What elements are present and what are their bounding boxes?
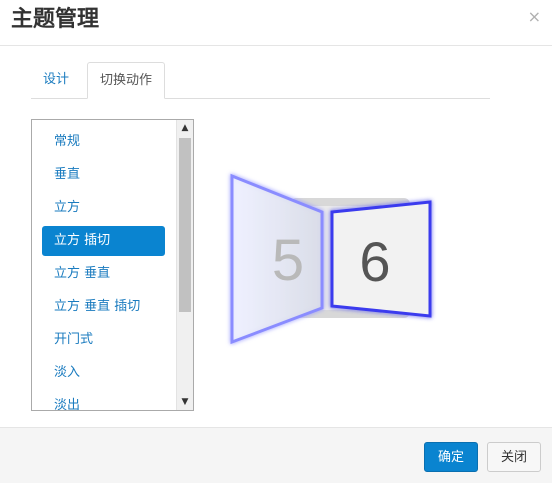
preview-graphic: 5 6 [230, 173, 432, 345]
list-item[interactable]: 立方 垂直 插切 [42, 292, 165, 322]
list-item[interactable]: 立方 [42, 193, 165, 223]
slide-6-number: 6 [359, 230, 390, 293]
dialog-header: 主题管理 × [0, 0, 552, 46]
slide-5-number: 5 [272, 228, 304, 293]
confirm-button[interactable]: 确定 [424, 442, 478, 472]
list-item-selected[interactable]: 立方 插切 [42, 226, 165, 256]
scroll-up-icon[interactable]: ▲ [177, 120, 193, 136]
transition-preview: 5 6 [222, 168, 442, 348]
close-icon[interactable]: × [528, 8, 541, 26]
tab-design[interactable]: 设计 [31, 62, 81, 97]
list-item[interactable]: 开门式 [42, 325, 165, 355]
list-item[interactable]: 垂直 [42, 160, 165, 190]
scroll-down-icon[interactable]: ▼ [177, 394, 193, 410]
scroll-thumb[interactable] [179, 138, 191, 312]
transition-list[interactable]: 常规 垂直 立方 立方 插切 立方 垂直 立方 垂直 插切 开门式 淡入 淡出 … [31, 119, 194, 411]
list-item[interactable]: 淡出 [42, 391, 165, 410]
dialog-footer: 确定 关闭 [0, 427, 552, 483]
list-item[interactable]: 常规 [42, 127, 165, 157]
tab-bar: 设计 切换动作 [31, 62, 490, 99]
dialog-title: 主题管理 [11, 7, 100, 32]
list-item[interactable]: 立方 垂直 [42, 259, 165, 289]
tab-transition[interactable]: 切换动作 [87, 62, 166, 99]
close-button[interactable]: 关闭 [487, 442, 541, 472]
list-item[interactable]: 淡入 [42, 358, 165, 388]
list-scrollbar[interactable]: ▲ ▼ [176, 120, 193, 410]
theme-manager-dialog: 主题管理 × 设计 切换动作 常规 垂直 立方 立方 插切 立方 垂直 立方 垂… [0, 0, 552, 483]
